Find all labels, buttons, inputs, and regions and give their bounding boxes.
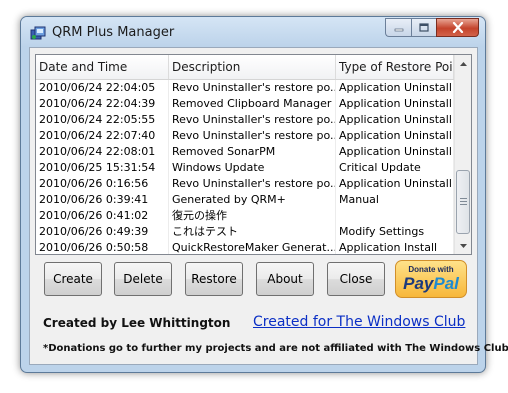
row-type: Application Uninstall [336,96,454,112]
scroll-up-button[interactable] [455,55,471,72]
row-date: 2010/06/26 0:39:41 [36,192,169,208]
row-type: Application Uninstall [336,128,454,144]
row-date: 2010/06/24 22:07:40 [36,128,169,144]
row-date: 2010/06/24 22:08:01 [36,144,169,160]
row-description: Removed Clipboard Manager [169,96,336,112]
row-date: 2010/06/26 0:50:58 [36,240,169,254]
row-date: 2010/06/24 22:04:39 [36,96,169,112]
row-date: 2010/06/26 0:16:56 [36,176,169,192]
table-row[interactable]: 2010/06/24 22:07:40 Revo Uninstaller's re… [36,128,454,144]
list-header: Date and Time Description Type of Restor… [36,55,454,80]
created-for-link[interactable]: Created for The Windows Club [253,314,465,330]
row-type: Application Uninstall [336,176,454,192]
row-type: Application Install [336,240,454,254]
minimize-icon [394,28,403,31]
row-date: 2010/06/24 22:05:55 [36,112,169,128]
row-type: Manual [336,192,454,208]
row-date: 2010/06/25 15:31:54 [36,160,169,176]
table-row[interactable]: 2010/06/26 0:41:02 復元の操作 [36,208,454,224]
delete-button[interactable]: Delete [114,262,172,296]
table-row[interactable]: 2010/06/24 22:08:01 Removed SonarPM Applic… [36,144,454,160]
row-type: Critical Update [336,160,454,176]
client-area: Date and Time Description Type of Restor… [29,47,508,365]
row-type: Modify Settings [336,224,454,240]
caption-buttons [385,18,479,37]
close-window-button[interactable] [436,18,479,37]
paypal-logo-pay: Pay [403,274,434,293]
row-description: Windows Update [169,160,336,176]
row-type: Application Uninstall [336,112,454,128]
restore-points-list[interactable]: Date and Time Description Type of Restor… [35,54,472,255]
donation-note: *Donations go to further my projects and… [43,343,508,354]
row-date: 2010/06/26 0:49:39 [36,224,169,240]
button-row: Create Delete Restore About Close Donate… [30,260,479,300]
paypal-donate-label: Donate with [408,265,454,274]
table-row[interactable]: 2010/06/26 0:50:58 QuickRestoreMaker Gene… [36,240,454,254]
table-row[interactable]: 2010/06/26 0:49:39 これはテスト Modify Settings [36,224,454,240]
close-button[interactable]: Close [327,262,385,296]
row-description: QuickRestoreMaker Generat... [169,240,336,254]
paypal-donate-button[interactable]: Donate with PayPal [395,260,467,298]
create-button[interactable]: Create [44,262,102,296]
row-type [336,208,454,224]
column-header-type[interactable]: Type of Restore Point [336,55,454,79]
paypal-logo: PayPal [396,274,466,294]
row-description: Removed SonarPM [169,144,336,160]
app-icon [30,26,46,40]
row-description: これはテスト [169,224,336,240]
scroll-thumb[interactable] [456,170,470,234]
created-by-text: Created by Lee Whittington [43,316,231,330]
scroll-down-button[interactable] [455,237,471,254]
row-description: Revo Uninstaller's restore po... [169,176,336,192]
row-date: 2010/06/26 0:41:02 [36,208,169,224]
column-header-date[interactable]: Date and Time [36,55,169,79]
table-row[interactable]: 2010/06/25 15:31:54 Windows Update Critica… [36,160,454,176]
row-type: Application Uninstall [336,144,454,160]
table-row[interactable]: 2010/06/24 22:05:55 Revo Uninstaller's re… [36,112,454,128]
row-description: Generated by QRM+ [169,192,336,208]
vertical-scrollbar[interactable] [454,55,471,254]
table-row[interactable]: 2010/06/24 22:04:39 Removed Clipboard Man… [36,96,454,112]
scroll-up-icon [460,61,467,66]
row-description: Revo Uninstaller's restore po... [169,112,336,128]
table-row[interactable]: 2010/06/24 22:04:05 Revo Uninstaller's re… [36,80,454,96]
row-type: Application Uninstall [336,80,454,96]
table-row[interactable]: 2010/06/26 0:39:41 Generated by QRM+ Manua… [36,192,454,208]
list-body: 2010/06/24 22:04:05 Revo Uninstaller's re… [36,80,454,254]
row-date: 2010/06/24 22:04:05 [36,80,169,96]
maximize-button[interactable] [411,18,436,37]
scroll-grip-icon [460,198,467,205]
row-description: 復元の操作 [169,208,336,224]
column-header-description[interactable]: Description [169,55,336,79]
minimize-button[interactable] [385,18,411,37]
title-bar[interactable]: QRM Plus Manager [21,17,485,47]
paypal-logo-pal: Pal [433,274,459,293]
row-description: Revo Uninstaller's restore po... [169,128,336,144]
close-icon [452,22,463,33]
app-window: QRM Plus Manager Date and Time Descripti… [20,16,508,373]
scroll-down-icon [460,243,467,248]
table-row[interactable]: 2010/06/26 0:16:56 Revo Uninstaller's res… [36,176,454,192]
window-title: QRM Plus Manager [52,25,175,40]
row-description: Revo Uninstaller's restore po... [169,80,336,96]
maximize-icon [419,23,429,32]
restore-button[interactable]: Restore [185,262,243,296]
about-button[interactable]: About [256,262,314,296]
